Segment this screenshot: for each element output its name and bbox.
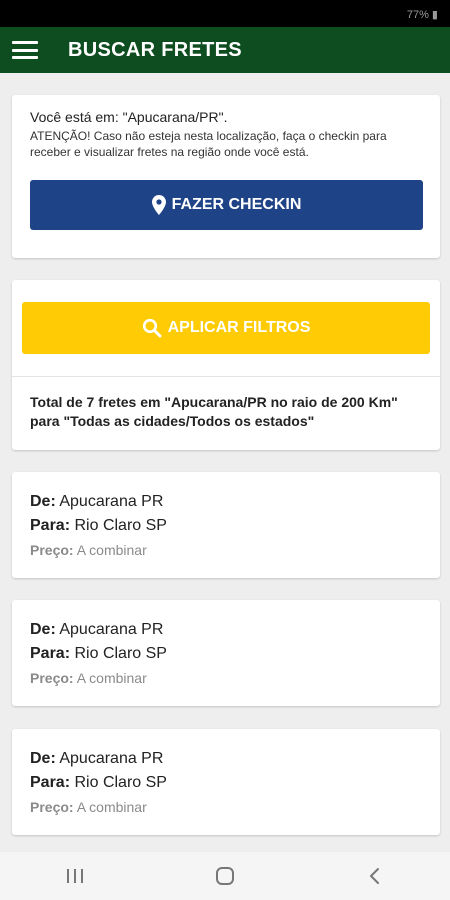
location-line: Você está em: "Apucarana/PR". [30,109,422,125]
freight-from: De: Apucarana PR [30,621,164,638]
freight-to-value: Rio Claro SP [74,517,167,534]
freight-to: Para: Rio Claro SP [30,517,167,534]
freight-price: Preço: A combinar [30,799,147,815]
status-indicators: 77% ▮ [406,9,438,21]
recents-icon[interactable] [45,852,105,900]
location-label: Você está em: [30,109,123,125]
system-nav-bar [0,852,450,900]
status-bar: 77% ▮ [0,0,450,27]
freight-card[interactable]: De: Apucarana PR Para: Rio Claro SP Preç… [12,472,440,578]
freight-to: Para: Rio Claro SP [30,645,167,662]
checkin-button[interactable]: FAZER CHECKIN [30,180,423,230]
map-pin-icon [151,195,166,215]
back-icon[interactable] [345,852,405,900]
freight-price-value: A combinar [76,670,147,686]
freight-to: Para: Rio Claro SP [30,774,167,791]
checkin-label: FAZER CHECKIN [171,196,302,213]
filter-card: APLICAR FILTROS Total de 7 fretes em "Ap… [12,280,440,450]
page-title: BUSCAR FRETES [68,38,242,61]
freight-price: Preço: A combinar [30,542,147,558]
location-warning: ATENÇÃO! Caso não esteja nesta localizaç… [30,129,387,159]
search-icon [142,318,162,338]
freight-card[interactable]: De: Apucarana PR Para: Rio Claro SP Preç… [12,729,440,835]
freight-to-value: Rio Claro SP [74,645,167,662]
app-bar: BUSCAR FRETES [0,27,450,73]
freight-price-value: A combinar [76,542,147,558]
home-icon[interactable] [195,852,255,900]
freight-from-value: Apucarana PR [59,621,164,638]
freights-total-text: Total de 7 fretes em "Apucarana/PR no ra… [30,394,398,429]
freight-from: De: Apucarana PR [30,493,164,510]
location-card: Você está em: "Apucarana/PR". ATENÇÃO! C… [12,95,440,258]
divider [12,376,440,377]
apply-filters-button[interactable]: APLICAR FILTROS [22,302,430,354]
hamburger-menu-icon[interactable] [12,41,38,59]
freight-card[interactable]: De: Apucarana PR Para: Rio Claro SP Preç… [12,600,440,706]
freight-to-value: Rio Claro SP [74,774,167,791]
freight-price: Preço: A combinar [30,670,147,686]
freight-from: De: Apucarana PR [30,750,164,767]
freight-from-value: Apucarana PR [59,750,164,767]
apply-filters-label: APLICAR FILTROS [167,319,311,336]
freight-price-value: A combinar [76,799,147,815]
location-city: "Apucarana/PR". [122,109,228,125]
freight-from-value: Apucarana PR [59,493,164,510]
